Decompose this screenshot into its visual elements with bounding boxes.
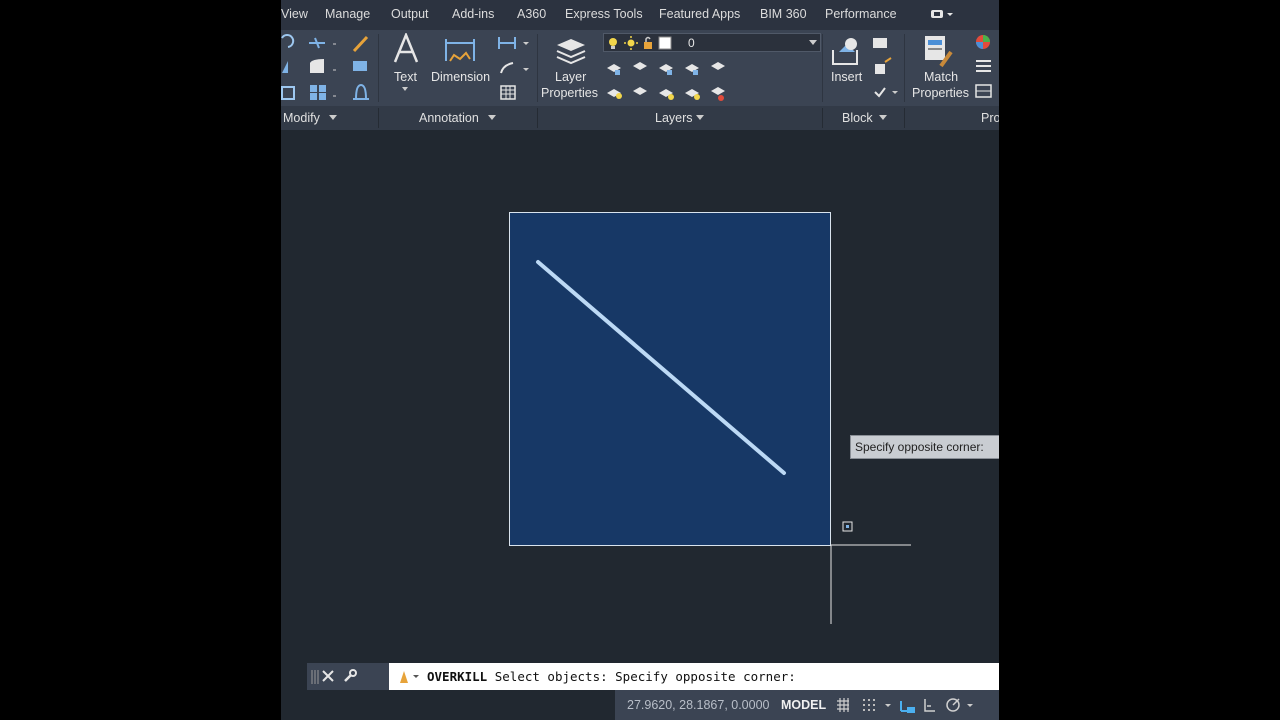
current-layer-name: 0	[688, 36, 695, 50]
dimension-icon[interactable]	[444, 35, 476, 65]
annotation-small-tools-icons[interactable]	[497, 33, 531, 103]
ribbon-display-options-icon[interactable]	[929, 6, 955, 22]
layer-tools-icons[interactable]	[605, 58, 725, 104]
chevron-down-icon	[809, 40, 817, 45]
drawing-geometry	[536, 260, 911, 624]
ribbon-panel-titles: Modify Annotation Layers Block Pro	[281, 106, 999, 130]
match-properties-label-1[interactable]: Match	[924, 70, 958, 84]
command-name: OVERKILL	[427, 669, 488, 684]
properties-tools-icons[interactable]	[974, 33, 999, 103]
tab-manage[interactable]: Manage	[325, 7, 370, 21]
tab-express-tools[interactable]: Express Tools	[565, 7, 643, 21]
chevron-down-icon[interactable]	[879, 115, 887, 121]
panel-block[interactable]: Block	[842, 111, 873, 125]
close-icon[interactable]	[322, 670, 334, 682]
tab-output[interactable]: Output	[391, 7, 429, 21]
chevron-down-icon[interactable]	[488, 115, 496, 121]
command-line-controls	[307, 663, 389, 690]
layer-state-icons	[609, 36, 672, 50]
status-tool-icons[interactable]	[835, 698, 999, 714]
layer-properties-icon[interactable]	[553, 33, 587, 65]
tab-a360[interactable]: A360	[517, 7, 546, 21]
match-properties-label-2[interactable]: Properties	[912, 86, 969, 100]
wrench-icon[interactable]	[343, 669, 357, 683]
tab-bim-360[interactable]: BIM 360	[760, 7, 807, 21]
match-properties-icon[interactable]	[921, 34, 955, 68]
panel-properties[interactable]: Pro	[981, 111, 999, 125]
grip-handle-icon[interactable]	[311, 668, 319, 686]
tab-performance[interactable]: Performance	[825, 7, 897, 21]
panel-annotation[interactable]: Annotation	[419, 111, 479, 125]
status-bar: 27.9620, 28.1867, 0.0000 MODEL	[281, 690, 999, 720]
layer-dropdown[interactable]: 0	[603, 33, 821, 52]
command-history-icon[interactable]	[397, 669, 423, 685]
layer-button-label-1[interactable]: Layer	[555, 70, 586, 84]
dimension-button-label[interactable]: Dimension	[431, 70, 490, 84]
block-tools-icons[interactable]	[871, 36, 899, 102]
drawing-canvas[interactable]	[281, 130, 999, 660]
chevron-down-icon[interactable]	[696, 115, 704, 121]
model-space-button[interactable]: MODEL	[781, 698, 826, 712]
text-icon[interactable]	[393, 33, 419, 63]
panel-layers[interactable]: Layers	[655, 111, 693, 125]
layer-button-label-2[interactable]: Properties	[541, 86, 598, 100]
tab-add-ins[interactable]: Add-ins	[452, 7, 494, 21]
drawn-line	[536, 260, 786, 475]
status-bar-tray: 27.9620, 28.1867, 0.0000 MODEL	[615, 690, 999, 720]
command-line-text: OVERKILL Select objects: Specify opposit…	[427, 669, 796, 684]
ribbon-tab-bar: View Manage Output Add-ins A360 Express …	[281, 0, 999, 30]
cursor-tooltip: Specify opposite corner:	[850, 435, 999, 459]
panel-modify[interactable]: Modify	[283, 111, 320, 125]
chevron-down-icon[interactable]	[329, 115, 337, 121]
chevron-down-icon[interactable]	[401, 86, 409, 92]
text-button-label[interactable]: Text	[394, 70, 417, 84]
coordinate-readout[interactable]: 27.9620, 28.1867, 0.0000	[627, 698, 770, 712]
tab-featured-apps[interactable]: Featured Apps	[659, 7, 740, 21]
command-line[interactable]: OVERKILL Select objects: Specify opposit…	[307, 663, 999, 690]
tab-view[interactable]: View	[281, 7, 308, 21]
command-prompt: Select objects: Specify opposite corner:	[494, 669, 796, 684]
insert-block-icon[interactable]	[829, 34, 863, 68]
autocad-window: View Manage Output Add-ins A360 Express …	[281, 0, 999, 720]
modify-tools-icons[interactable]	[281, 33, 371, 103]
insert-button-label[interactable]: Insert	[831, 70, 862, 84]
